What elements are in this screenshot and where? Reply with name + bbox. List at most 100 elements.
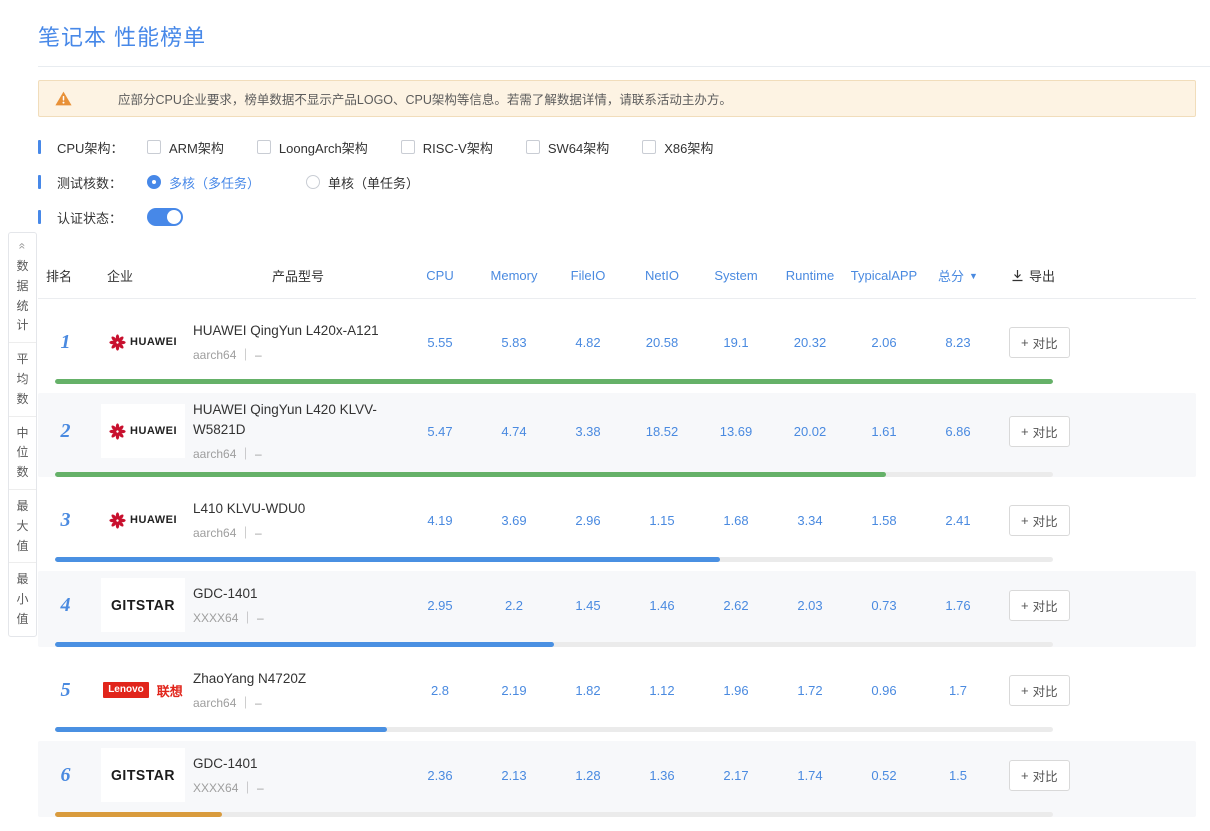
radio-icon[interactable] [147,175,161,189]
filter-section: CPU架构： ARM架构 LoongArch架构 RISC-V架构 SW64架构 [38,137,1210,227]
runtime-value: 20.02 [773,424,847,439]
product-cell: ZhaoYang N4720Z aarch64 ｜ – [193,669,403,712]
col-header-memory[interactable]: Memory [477,268,551,283]
brand-cell: HUAWEI [93,315,193,369]
compare-button[interactable]: + 对比 [1009,675,1070,706]
collapse-icon[interactable]: « [17,233,29,260]
brand-cell: HUAWEI [93,404,193,458]
checkbox-icon[interactable] [257,140,271,154]
product-name: GDC-1401 [193,584,391,604]
rank-value: 1 [38,331,93,354]
score-progress-bar [55,379,1053,384]
huawei-flower-icon [109,423,126,440]
netio-value: 1.12 [625,683,699,698]
toggle-knob [167,210,181,224]
brand-cell: Lenovo 联想 [93,663,193,717]
compare-button[interactable]: + 对比 [1009,760,1070,791]
sort-descending-icon[interactable]: ▼ [969,271,978,281]
product-cell: L410 KLVU-WDU0 aarch64 ｜ – [193,499,403,542]
score-progress-fill [55,557,720,562]
radio-singlecore[interactable]: 单核（单任务） [306,173,419,192]
warning-icon [55,91,72,106]
checkbox-arm[interactable]: ARM架构 [147,138,224,157]
checkbox-label: LoongArch架构 [279,138,368,157]
filter-accent-bar [38,210,41,224]
product-subtext: aarch64 ｜ – [193,346,391,363]
checkbox-icon[interactable] [642,140,656,154]
compare-button[interactable]: + 对比 [1009,590,1070,621]
product-subtext: XXXX64 ｜ – [193,609,391,626]
product-cell: GDC-1401 XXXX64 ｜ – [193,754,403,797]
sidebar-item-max[interactable]: 最大值 [9,490,36,563]
cores-options: 多核（多任务） 单核（单任务） [147,173,465,192]
checkbox-x86[interactable]: X86架构 [642,138,713,157]
checkbox-icon[interactable] [147,140,161,154]
checkbox-riscv[interactable]: RISC-V架构 [401,138,493,157]
rank-value: 3 [38,509,93,532]
compare-button[interactable]: + 对比 [1009,416,1070,447]
runtime-value: 20.32 [773,335,847,350]
checkbox-label: SW64架构 [548,138,609,157]
col-header-total-score[interactable]: 总分 ▼ [921,266,995,285]
fileio-value: 1.28 [551,768,625,783]
action-cell: + 对比 [995,675,1196,706]
leaderboard-table: 排名 企业 产品型号 CPU Memory FileIO NetIO Syste… [38,253,1196,817]
product-header: 产品型号 [193,266,403,285]
memory-value: 5.83 [477,335,551,350]
gitstar-logo: GITSTAR [101,578,185,632]
checkbox-icon[interactable] [401,140,415,154]
huawei-logo: HUAWEI [101,493,185,547]
filter-cores: 测试核数： 多核（多任务） 单核（单任务） [38,172,1210,192]
product-subtext: aarch64 ｜ – [193,694,391,711]
checkbox-loongarch[interactable]: LoongArch架构 [257,138,368,157]
col-header-typicalapp[interactable]: TypicalAPP [847,268,921,283]
runtime-value: 2.03 [773,598,847,613]
radio-icon[interactable] [306,175,320,189]
memory-value: 4.74 [477,424,551,439]
sidebar-item-average[interactable]: 平均数 [9,343,36,416]
cert-toggle[interactable] [147,208,183,226]
sidebar-item-data-statistics[interactable]: « 数据统计 [9,233,36,343]
table-header-row: 排名 企业 产品型号 CPU Memory FileIO NetIO Syste… [38,253,1196,299]
total-score-label: 总分 [938,266,964,285]
cpu-value: 5.47 [403,424,477,439]
checkbox-sw64[interactable]: SW64架构 [526,138,609,157]
runtime-value: 3.34 [773,513,847,528]
filter-accent-bar [38,140,41,154]
checkbox-label: X86架构 [664,138,713,157]
radio-label: 多核（多任务） [169,173,260,192]
runtime-value: 1.72 [773,683,847,698]
system-value: 1.96 [699,683,773,698]
brand-name: HUAWEI [130,425,177,437]
product-name: HUAWEI QingYun L420x-A121 [193,321,391,341]
filter-cpu-arch: CPU架构： ARM架构 LoongArch架构 RISC-V架构 SW64架构 [38,137,1210,157]
checkbox-icon[interactable] [526,140,540,154]
export-button[interactable]: 导出 [995,266,1196,285]
fileio-value: 3.38 [551,424,625,439]
brand-name: GITSTAR [111,767,175,784]
sidebar-item-min[interactable]: 最小值 [9,563,36,635]
compare-label: 对比 [1033,681,1058,700]
col-header-fileio[interactable]: FileIO [551,268,625,283]
col-header-runtime[interactable]: Runtime [773,268,847,283]
typicalapp-value: 0.52 [847,768,921,783]
memory-value: 2.2 [477,598,551,613]
sidebar-item-median[interactable]: 中位数 [9,417,36,490]
radio-multicore[interactable]: 多核（多任务） [147,173,260,192]
compare-label: 对比 [1033,422,1058,441]
filter-cert-status: 认证状态： [38,207,1210,227]
cert-label: 认证状态： [57,208,131,227]
compare-button[interactable]: + 对比 [1009,327,1070,358]
col-header-cpu[interactable]: CPU [403,268,477,283]
table-row: 6 GITSTAR GDC-1401 XXXX64 ｜ – 2.36 2.13 … [38,741,1196,817]
col-header-netio[interactable]: NetIO [625,268,699,283]
table-row: 1 HUAWEI HUAWEI QingYun L420x-A121 [38,308,1196,384]
performance-leaderboard-page: 笔记本 性能榜单 应部分CPU企业要求，榜单数据不显示产品LOGO、CPU架构等… [0,20,1210,831]
compare-button[interactable]: + 对比 [1009,505,1070,536]
typicalapp-value: 1.61 [847,424,921,439]
plus-icon: + [1021,513,1029,528]
filter-accent-bar [38,175,41,189]
netio-value: 20.58 [625,335,699,350]
total-score-value: 1.5 [921,768,995,783]
col-header-system[interactable]: System [699,268,773,283]
